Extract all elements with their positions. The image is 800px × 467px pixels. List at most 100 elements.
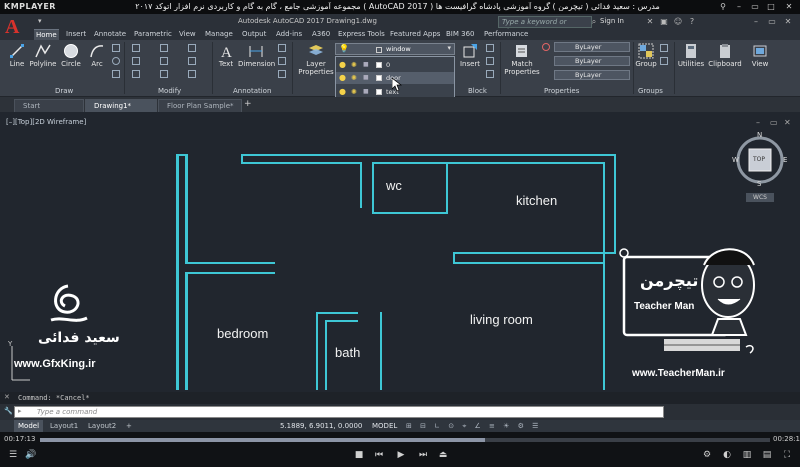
rotate-icon[interactable]: [160, 44, 168, 52]
lineweight-dropdown[interactable]: ByLayer: [554, 56, 630, 66]
layer-properties-button[interactable]: Layer Properties: [298, 43, 334, 76]
tab-featured-apps[interactable]: Featured Apps: [388, 29, 442, 40]
status-toggle-icons[interactable]: ⊞ ⊟ ∟ ⊙ ⌖ ∠ ≡ ☀ ⚙ ☰: [406, 420, 541, 432]
room-label-living-room[interactable]: living room: [470, 312, 533, 327]
viewport-close-icon[interactable]: ✕: [784, 118, 791, 127]
command-close-icon[interactable]: ✕: [4, 393, 10, 401]
eject-icon[interactable]: ⏏: [436, 450, 450, 460]
room-label-bath[interactable]: bath: [335, 345, 360, 360]
insert-button[interactable]: Insert: [458, 43, 482, 68]
new-tab-icon[interactable]: +: [244, 99, 252, 109]
doc-tab-start[interactable]: Start: [14, 99, 84, 112]
group-button[interactable]: Group: [635, 43, 657, 68]
playlist-icon[interactable]: ☰: [6, 450, 20, 460]
viewport-restore-icon[interactable]: ▭: [770, 118, 778, 127]
viewport-controls[interactable]: [–][Top][2D Wireframe]: [6, 118, 86, 126]
command-settings-icon[interactable]: 🔧: [4, 407, 13, 415]
viewcube-top-label[interactable]: TOP: [753, 156, 765, 163]
acad-close-icon[interactable]: ✕: [782, 16, 794, 28]
tab-parametric[interactable]: Parametric: [132, 29, 174, 40]
table-icon[interactable]: [278, 70, 286, 78]
wcs-menu[interactable]: WCS: [746, 193, 774, 202]
layout-tab-layout2[interactable]: Layout2: [84, 420, 120, 432]
minimize-icon[interactable]: –: [732, 1, 746, 13]
play-icon[interactable]: ▶: [394, 450, 408, 460]
tab-view[interactable]: View: [177, 29, 198, 40]
help-icon[interactable]: ?: [686, 16, 698, 28]
leader-icon[interactable]: [278, 57, 286, 65]
array-icon[interactable]: [188, 70, 196, 78]
search-input[interactable]: Type a keyword or phrase: [498, 16, 592, 36]
utilities-button[interactable]: Utilities: [676, 43, 706, 68]
kmplayer-logo[interactable]: KMPLAYER: [4, 2, 56, 11]
color-dropdown[interactable]: ByLayer: [554, 42, 630, 52]
tab-add-ins[interactable]: Add-ins: [274, 29, 304, 40]
tab-output[interactable]: Output: [240, 29, 268, 40]
clipboard-button[interactable]: Clipboard: [708, 43, 742, 68]
status-coordinates[interactable]: 5.1889, 6.9011, 0.0000: [280, 420, 362, 432]
maximize-icon[interactable]: □: [764, 1, 778, 13]
panel-block-label[interactable]: Block: [468, 87, 487, 95]
search-icon[interactable]: ⌕: [588, 16, 600, 28]
tab-insert[interactable]: Insert: [64, 29, 88, 40]
ungroup-icon[interactable]: [660, 44, 668, 52]
3d-icon[interactable]: ◐: [720, 450, 734, 460]
equalizer-icon[interactable]: ▥: [740, 450, 754, 460]
model-space-toggle[interactable]: MODEL: [372, 420, 397, 432]
edit-attributes-icon[interactable]: [486, 70, 494, 78]
polyline-button[interactable]: Polyline: [28, 43, 58, 68]
acad-restore-icon[interactable]: ▭: [766, 16, 778, 28]
panel-annotation-label[interactable]: Annotation: [233, 87, 271, 95]
tab-performance[interactable]: Performance: [482, 29, 530, 40]
circle-button[interactable]: Circle: [60, 43, 82, 68]
fullscreen-icon[interactable]: ⛶: [780, 450, 794, 460]
line-button[interactable]: Line: [6, 43, 28, 68]
compass-east-label[interactable]: E: [783, 156, 787, 164]
arc-button[interactable]: Arc: [86, 43, 108, 68]
tab-bim360[interactable]: BIM 360: [444, 29, 477, 40]
cart-icon[interactable]: ▣: [658, 16, 670, 28]
user-icon[interactable]: ☺: [672, 16, 684, 28]
exchange-icon[interactable]: ✕: [644, 16, 656, 28]
linetype-dropdown[interactable]: ByLayer: [554, 70, 630, 80]
stretch-icon[interactable]: [132, 70, 140, 78]
panel-modify-label[interactable]: Modify: [158, 87, 181, 95]
tab-annotate[interactable]: Annotate: [92, 29, 128, 40]
panel-draw-label[interactable]: Draw: [55, 87, 73, 95]
edit-block-icon[interactable]: [486, 57, 494, 65]
seek-bar[interactable]: [40, 438, 770, 442]
compass-north-label[interactable]: N: [757, 131, 762, 139]
doc-tab-floor-plan[interactable]: Floor Plan Sample*: [158, 99, 242, 112]
color-wheel-icon[interactable]: [542, 43, 550, 51]
sign-in-link[interactable]: Sign In: [600, 17, 624, 25]
rectangle-icon[interactable]: [112, 44, 120, 52]
layer-item-0[interactable]: ● ✺ ■ 0: [336, 59, 454, 71]
layout-tab-layout1[interactable]: Layout1: [46, 420, 82, 432]
compass-south-label[interactable]: S: [757, 180, 761, 188]
mirror-icon[interactable]: [160, 57, 168, 65]
create-block-icon[interactable]: [486, 44, 494, 52]
linear-icon[interactable]: [278, 44, 286, 52]
ellipse-icon[interactable]: [112, 57, 120, 65]
dimension-button[interactable]: Dimension: [238, 43, 275, 68]
layout-tab-model[interactable]: Model: [14, 420, 44, 432]
quick-access-icon[interactable]: ▾: [38, 17, 42, 25]
view-button[interactable]: View: [746, 43, 774, 68]
viewport-minimize-icon[interactable]: –: [756, 118, 760, 127]
move-icon[interactable]: [132, 44, 140, 52]
compass-west-label[interactable]: W: [732, 156, 739, 164]
volume-icon[interactable]: 🔊: [24, 450, 38, 460]
control-box-icon[interactable]: ▤: [760, 450, 774, 460]
acad-minimize-icon[interactable]: –: [750, 16, 762, 28]
pin-icon[interactable]: ⚲: [716, 1, 730, 13]
tab-manage[interactable]: Manage: [203, 29, 235, 40]
match-properties-button[interactable]: Match Properties: [504, 43, 540, 76]
trim-icon[interactable]: [188, 44, 196, 52]
command-input[interactable]: Type a command: [14, 406, 664, 418]
room-label-kitchen[interactable]: kitchen: [516, 193, 557, 208]
group-edit-icon[interactable]: [660, 57, 668, 65]
previous-icon[interactable]: ⏮: [372, 450, 386, 460]
stop-icon[interactable]: ■: [352, 450, 366, 460]
copy-icon[interactable]: [132, 57, 140, 65]
tab-a360[interactable]: A360: [310, 29, 332, 40]
